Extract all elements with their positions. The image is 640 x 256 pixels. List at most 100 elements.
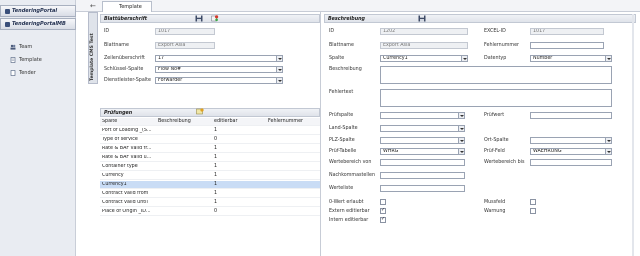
warnung-checkbox[interactable] (530, 208, 536, 214)
nav-item-tender[interactable]: Tender (10, 68, 36, 78)
nav-item-label: Team (19, 44, 33, 50)
wertebereich-von-label: Wertebereich von (329, 160, 372, 165)
table-row[interactable]: Type of service 0 (100, 136, 320, 144)
portal-tenderingportal[interactable]: TenderingPortal (0, 5, 76, 17)
table-row[interactable]: Place of Origin _ID... 0 (100, 208, 320, 216)
tab-label: Template (119, 4, 142, 10)
prueffeld-select[interactable]: WAEHRUNG (530, 148, 612, 155)
select-value: Forwarder (158, 78, 183, 83)
intern-editierbar-checkbox[interactable] (380, 216, 386, 223)
ort-spalte-select[interactable] (530, 137, 612, 144)
save-icon[interactable] (195, 15, 203, 22)
schluessel-spalte-select[interactable]: Flow No# (155, 66, 283, 73)
chevron-down-icon[interactable] (458, 138, 464, 143)
chevron-down-icon[interactable] (458, 149, 464, 154)
dienstleister-spalte-label: Dienstleister-Spalte (104, 78, 151, 83)
add-icon[interactable] (211, 15, 219, 22)
chevron-down-icon[interactable] (605, 138, 611, 143)
panel-divider (320, 12, 321, 256)
pruefspalte-select[interactable] (380, 112, 465, 119)
chevron-down-icon[interactable] (276, 78, 282, 83)
pruefspalte-label: Prüfspalte (329, 113, 354, 118)
save-icon[interactable] (418, 15, 426, 22)
plz-spalte-select[interactable] (380, 137, 465, 144)
cell-spalte: Contract valid from (102, 191, 149, 196)
nav-item-label: Tender (19, 70, 36, 76)
nachkommastellen-field[interactable] (380, 172, 465, 179)
cell-editierbar: 1 (214, 182, 218, 187)
cell-spalte: Rate & BAF valid u... (102, 155, 152, 160)
prueftabelle-select[interactable]: WHRG (380, 148, 465, 155)
template-icon (10, 57, 16, 63)
land-spalte-select[interactable] (380, 125, 465, 132)
dienstleister-spalte-select[interactable]: Forwarder (155, 77, 283, 84)
chevron-down-icon[interactable] (276, 56, 282, 61)
table-row[interactable]: Port of Loading _(S... 1 (100, 127, 320, 135)
fehlernummer-field[interactable] (530, 42, 604, 49)
excel-id-label: EXCEL-ID (484, 29, 506, 34)
portal-icon (5, 8, 10, 14)
add-row-icon[interactable] (196, 108, 204, 115)
portal-tenderingportalmb[interactable]: TenderingPortalMB (0, 18, 76, 30)
blattname-field: Export Asia (155, 42, 215, 49)
tab-template[interactable]: Template (102, 1, 152, 12)
nav-item-team[interactable]: Team (10, 42, 32, 52)
plz-spalte-label: PLZ-Spalte (329, 138, 355, 143)
spalte-select[interactable]: Currency1 (380, 55, 468, 62)
pruefwert-field[interactable] (530, 112, 612, 119)
select-value: 17 (158, 56, 165, 61)
chevron-down-icon[interactable] (461, 56, 467, 61)
column-header-fehlernummer[interactable]: Fehlernummer (268, 119, 320, 124)
id-field: 1017 (155, 28, 215, 35)
table-row[interactable]: Currency 1 (100, 172, 320, 180)
warnung-label: Warnung (484, 209, 506, 214)
werteliste-label: Werteliste (329, 186, 354, 191)
datentyp-select[interactable]: Number (530, 55, 612, 62)
cell-editierbar: 0 (214, 209, 218, 214)
cell-spalte: Place of Origin _ID... (102, 209, 151, 214)
zeilenueberschrift-select[interactable]: 17 (155, 55, 283, 62)
nav-item-template[interactable]: Template (10, 55, 42, 65)
wertebereich-bis-label: Wertebereich bis (484, 160, 525, 165)
mussfeld-checkbox[interactable] (530, 199, 536, 205)
table-row-selected[interactable]: Currency1 1 (100, 181, 320, 189)
cell-spalte: Currency1 (102, 182, 127, 187)
extern-editierbar-checkbox[interactable] (380, 207, 386, 214)
table-row[interactable]: Container type 1 (100, 163, 320, 171)
chevron-down-icon[interactable] (458, 113, 464, 118)
chevron-down-icon[interactable] (458, 126, 464, 131)
wertebereich-von-field[interactable] (380, 159, 465, 166)
table-row[interactable]: Rate & BAF valid u... 1 (100, 154, 320, 162)
document-icon (10, 70, 16, 76)
table-row[interactable]: Contract valid from 1 (100, 190, 320, 198)
vertical-tab-template-cms-test[interactable]: Template CMS Test (88, 12, 98, 84)
fehlertext-textarea[interactable] (380, 89, 612, 107)
back-arrow-icon[interactable]: ← (90, 2, 98, 10)
wertebereich-bis-field[interactable] (530, 159, 612, 166)
prueftabelle-label: Prüf-Tabelle (329, 149, 357, 154)
chevron-down-icon[interactable] (605, 149, 611, 154)
fehlertext-label: Fehlertext (329, 90, 354, 95)
cell-editierbar: 1 (214, 200, 218, 205)
werteliste-field[interactable] (380, 185, 465, 192)
chevron-down-icon[interactable] (276, 67, 282, 72)
spalte-label: Spalte (329, 56, 345, 61)
top-bar (76, 0, 640, 12)
cell-spalte: Container type (102, 164, 138, 169)
beschreibung-textarea[interactable] (380, 66, 612, 84)
table-row[interactable]: Contract valid until 1 (100, 199, 320, 207)
panel-title: Prüfungen (104, 111, 133, 116)
portal-label: TenderingPortalMB (12, 21, 66, 27)
column-header-beschreibung[interactable]: Beschreibung (158, 119, 214, 124)
chevron-down-icon[interactable] (605, 56, 611, 61)
nullwert-erlaubt-checkbox[interactable] (380, 199, 386, 205)
cell-editierbar: 1 (214, 128, 218, 133)
cell-editierbar: 1 (214, 146, 218, 151)
table-row[interactable]: Rate & BAF valid fr... 1 (100, 145, 320, 153)
column-header-editierbar[interactable]: editierbar (214, 119, 268, 124)
prueffeld-label: Prüf-Feld (484, 149, 505, 154)
app-navigation (0, 0, 76, 256)
column-header-spalte[interactable]: Spalte (100, 119, 158, 124)
scrollbar[interactable] (632, 14, 634, 256)
team-icon (10, 44, 16, 50)
